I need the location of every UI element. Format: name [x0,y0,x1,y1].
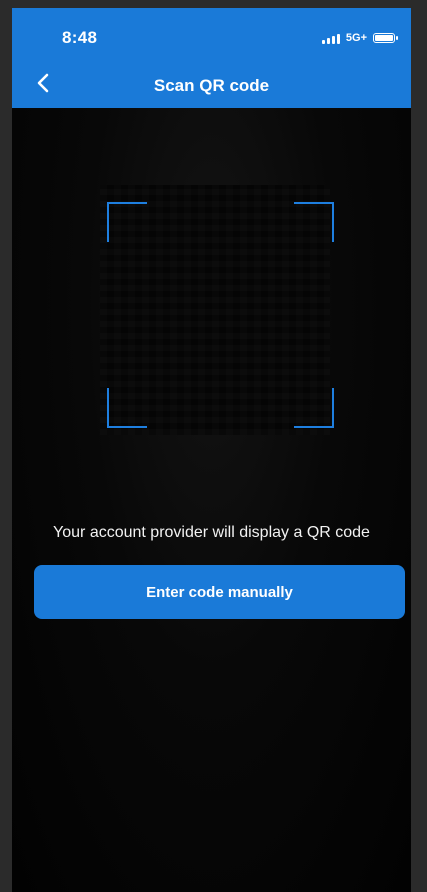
scan-frame-corner-bottom-right [294,388,334,428]
signal-icon [321,33,340,44]
scan-frame-corner-bottom-left [107,388,147,428]
device-frame-right [411,0,427,892]
scan-frame-corner-top-right [294,202,334,242]
enter-code-manually-button[interactable]: Enter code manually [34,565,405,619]
app-header: 8:48 5G+ Scan QR code [12,8,411,108]
device-frame-left [0,0,12,892]
scan-qr-screen: 8:48 5G+ Scan QR code Your account provi… [0,0,427,892]
network-label: 5G+ [345,32,367,44]
scan-frame-corner-top-left [107,202,147,242]
scan-hint-text: Your account provider will display a QR … [53,524,370,541]
battery-icon [373,33,398,43]
page-title: Scan QR code [153,76,270,95]
status-time: 8:48 [62,28,98,47]
status-indicators: 5G+ [321,32,398,44]
device-frame-top [0,0,427,8]
